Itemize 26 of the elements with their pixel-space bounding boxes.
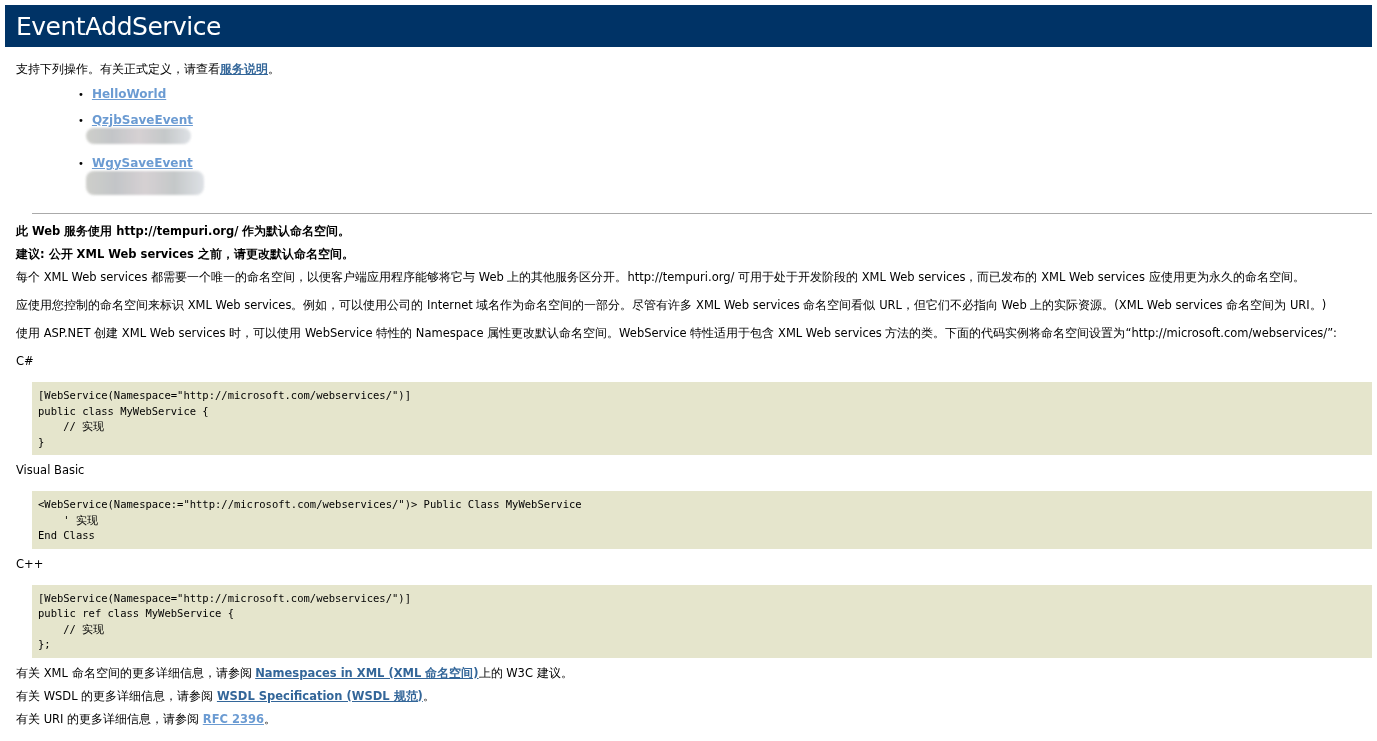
operation-link[interactable]: HelloWorld	[91, 87, 167, 101]
link[interactable]: Namespaces in XML (XML 命名空间)	[255, 665, 479, 680]
paragraph: 有关 URI 的更多详细信息，请参阅 RFC 2396。	[16, 711, 277, 727]
paragraph: 有关 WSDL 的更多详细信息，请参阅 WSDL Specification (WSDL 规范)。	[16, 688, 436, 704]
paragraph: C++	[16, 556, 45, 572]
operation-link[interactable]: WgySaveEvent	[91, 156, 204, 170]
paragraph: 有关 XML 命名空间的更多详细信息，请参阅 Namespaces in XML (XML 命名空间)上的 W3C 建议。	[16, 665, 574, 681]
paragraph: Visual Basic	[16, 463, 86, 478]
operation-link[interactable]: QzjbSaveEvent	[91, 113, 193, 127]
paragraph: 支持下列操作。有关正式定义，请查看服务说明。	[16, 62, 281, 77]
bullet: •	[78, 115, 84, 126]
bold-note: 建议: 公开 XML Web services 之前，请更改默认命名空间。	[16, 247, 355, 262]
link[interactable]: WSDL Specification (WSDL 规范)	[216, 688, 423, 703]
page-title: EventAddService	[5, 5, 1372, 47]
paragraph: 使用 ASP.NET 创建 XML Web services 时，可以使用 WebService 特性的 Namespace 属性更改默认命名空间。WebService 特性适用于包含 XML Web services 方法的类。下面的代码实例将命名空间设置为“http://microsoft.com/webservices/”:	[16, 326, 1338, 341]
paragraph: 应使用您控制的命名空间来标识 XML Web services。例如，可以使用公司的 Internet 域名作为命名空间的一部分。尽管有许多 XML Web services 命名空间看似 URL，但它们不必指向 Web 上的实际资源。(XML Web services 命名空间为 URI。)	[16, 298, 1328, 313]
link[interactable]: 服务说明	[220, 62, 268, 76]
link[interactable]: RFC 2396	[202, 711, 264, 726]
code-block: [WebService(Namespace="http://microsoft.com/webservices/")] public class MyWebService { // 实现 }	[32, 382, 1372, 455]
code-block: <WebService(Namespace:="http://microsoft.com/webservices/")> Public Class MyWebService ' 实现 End Class	[32, 491, 1372, 549]
bullet: •	[78, 158, 84, 169]
paragraph: 每个 XML Web services 都需要一个唯一的命名空间，以便客户端应用程序能够将它与 Web 上的其他服务区分开。http://tempuri.org/ 可用于处于开发阶段的 XML Web services，而已发布的 XML Web services 应使用更为永久的命名空间。	[16, 270, 1306, 285]
bold-note: 此 Web 服务使用 http://tempuri.org/ 作为默认命名空间。	[16, 224, 352, 239]
paragraph: C#	[16, 354, 35, 369]
bullet: •	[78, 89, 84, 100]
code-block: [WebService(Namespace="http://microsoft.com/webservices/")] public ref class MyWebService { // 实现 };	[32, 584, 1372, 658]
